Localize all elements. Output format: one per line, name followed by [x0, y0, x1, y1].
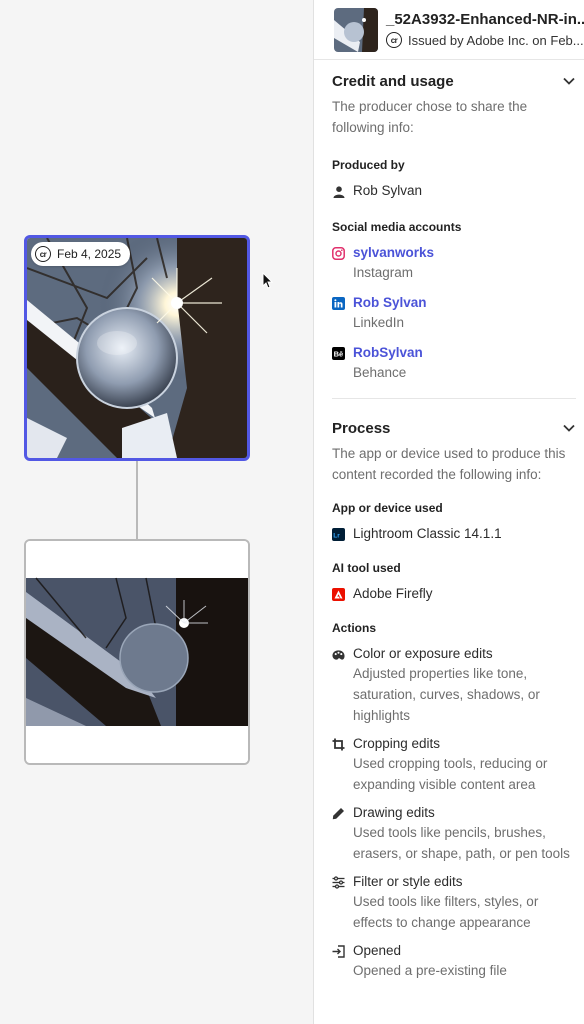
node-connector: [136, 461, 138, 539]
action-title: Color or exposure edits: [353, 646, 493, 661]
palette-icon: [332, 648, 345, 661]
node-date: Feb 4, 2025: [57, 247, 122, 261]
original-photo: [26, 541, 248, 763]
sliders-icon: [332, 876, 345, 889]
issuer-text: Issued by Adobe Inc. on Feb...: [408, 32, 584, 48]
process-section-title: Process: [332, 419, 391, 437]
credit-description: The producer chose to share the followin…: [332, 99, 528, 135]
actions-label: Actions: [332, 621, 377, 635]
action-title: Opened: [353, 943, 402, 958]
action-desc: Used tools like filters, styles, or effe…: [353, 894, 539, 930]
credit-section-title: Credit and usage: [332, 72, 454, 90]
chevron-down-icon[interactable]: [562, 421, 576, 435]
instagram-link[interactable]: sylvanworks: [353, 244, 434, 262]
ai-tool-row: Adobe Firefly: [332, 585, 576, 603]
file-thumbnail: [334, 7, 378, 52]
provenance-canvas: cr Feb 4, 2025: [0, 0, 313, 1024]
action-desc: Adjusted properties like tone, saturatio…: [353, 666, 540, 723]
app-name: Lightroom Classic 14.1.1: [353, 526, 502, 541]
action-desc: Used tools like pencils, brushes, eraser…: [353, 825, 570, 861]
firefly-icon: [332, 588, 345, 601]
action-title: Cropping edits: [353, 736, 441, 751]
credit-section-header[interactable]: Credit and usage: [332, 68, 576, 94]
person-icon: [332, 185, 345, 198]
social-account-linkedin: Rob Sylvan LinkedIn: [332, 294, 576, 333]
process-description: The app or device used to produce this c…: [332, 446, 566, 482]
action-desc: Used cropping tools, reducing or expandi…: [353, 756, 548, 792]
mouse-cursor: [262, 272, 274, 289]
credit-section: Credit and usage The producer chose to s…: [314, 60, 584, 383]
instagram-icon: [332, 247, 345, 260]
content-credentials-icon: cr: [35, 246, 51, 262]
linkedin-platform: LinkedIn: [353, 315, 405, 330]
lightroom-icon: Lr: [332, 528, 345, 541]
ai-tool-label: AI tool used: [332, 561, 401, 575]
app-row: Lr Lightroom Classic 14.1.1: [332, 525, 576, 543]
action-cropping: Cropping edits Used cropping tools, redu…: [332, 735, 576, 795]
producer-row: Rob Sylvan: [332, 182, 576, 200]
ingredient-node-card[interactable]: [24, 539, 250, 765]
behance-link[interactable]: RobSylvan: [353, 344, 423, 362]
panel-header: _52A3932-Enhanced-NR-in... cr Issued by …: [314, 0, 584, 60]
action-title: Drawing edits: [353, 805, 435, 820]
app-used-label: App or device used: [332, 501, 443, 515]
crystal-ball-photo: [27, 238, 247, 458]
social-account-behance: Bē RobSylvan Behance: [332, 344, 576, 383]
action-title: Filter or style edits: [353, 874, 463, 889]
action-opened: Opened Opened a pre-existing file: [332, 942, 576, 981]
behance-icon: Bē: [332, 347, 345, 360]
date-badge: cr Feb 4, 2025: [31, 242, 131, 266]
producer-name: Rob Sylvan: [353, 183, 423, 198]
social-accounts-label: Social media accounts: [332, 220, 462, 234]
crop-icon: [332, 738, 345, 751]
linkedin-icon: [332, 297, 345, 310]
linkedin-link[interactable]: Rob Sylvan: [353, 294, 427, 312]
instagram-platform: Instagram: [353, 265, 414, 280]
process-section-header[interactable]: Process: [332, 415, 576, 441]
inspect-panel: _52A3932-Enhanced-NR-in... cr Issued by …: [313, 0, 584, 1024]
social-account-instagram: sylvanworks Instagram: [332, 244, 576, 283]
svg-text:Lr: Lr: [333, 532, 340, 539]
process-section: Process The app or device used to produc…: [314, 399, 584, 981]
produced-by-label: Produced by: [332, 158, 405, 172]
action-desc: Opened a pre-existing file: [353, 963, 507, 978]
content-credentials-icon: cr: [386, 32, 402, 48]
action-drawing: Drawing edits Used tools like pencils, b…: [332, 804, 576, 864]
import-icon: [332, 945, 345, 958]
ai-tool-name: Adobe Firefly: [353, 586, 433, 601]
file-name: _52A3932-Enhanced-NR-in...: [386, 11, 584, 28]
action-filter-style: Filter or style edits Used tools like fi…: [332, 873, 576, 933]
action-color-exposure: Color or exposure edits Adjusted propert…: [332, 645, 576, 726]
pencil-icon: [332, 807, 345, 820]
chevron-down-icon[interactable]: [562, 74, 576, 88]
behance-platform: Behance: [353, 365, 407, 380]
svg-text:Bē: Bē: [334, 349, 344, 358]
current-node-card[interactable]: cr Feb 4, 2025: [24, 235, 250, 461]
